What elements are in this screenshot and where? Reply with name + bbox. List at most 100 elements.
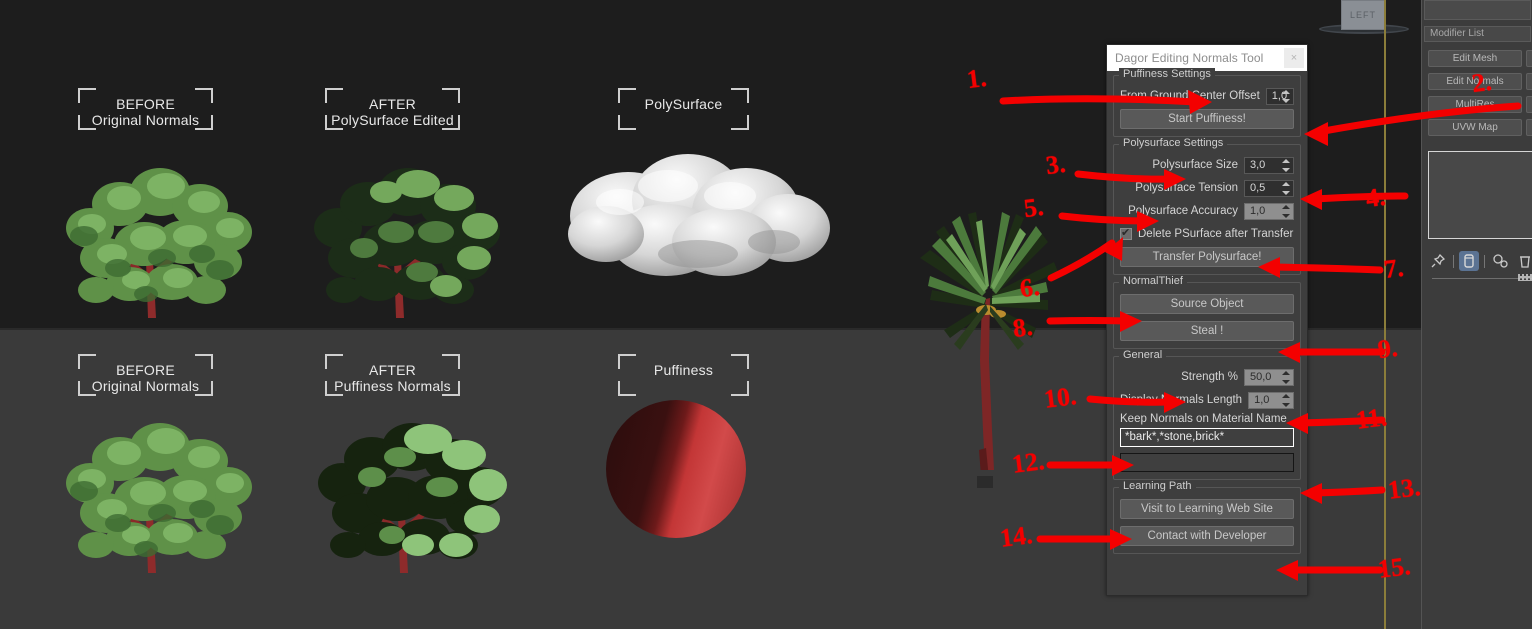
annotation-number-3: 3. bbox=[1044, 148, 1068, 181]
spinner-value: 1,0 bbox=[1254, 394, 1270, 406]
puffiness-sphere-model bbox=[606, 400, 746, 538]
screenshot-root: LEFT BEFORE Original Normals AFTER PolyS… bbox=[0, 0, 1532, 629]
label-line2: Original Normals bbox=[91, 378, 200, 394]
display-normals-length-spinner[interactable]: 1,0 bbox=[1248, 391, 1294, 409]
label-line1: AFTER bbox=[369, 96, 416, 112]
transfer-polysurface-button[interactable]: Transfer Polysurface! bbox=[1120, 247, 1294, 267]
label-line2: Original Normals bbox=[91, 112, 200, 128]
panel-resize-gripper[interactable] bbox=[1518, 274, 1532, 281]
close-icon[interactable]: × bbox=[1284, 48, 1304, 68]
polysurface-blob-model bbox=[568, 154, 830, 276]
spinner-arrows-icon[interactable] bbox=[1281, 370, 1290, 384]
visit-learning-web-site-button[interactable]: Visit to Learning Web Site bbox=[1120, 499, 1294, 519]
polysurface-size-spinner[interactable]: 3,0 bbox=[1244, 156, 1294, 174]
palm-tree-model bbox=[920, 212, 1058, 490]
modifier-uvw-map[interactable]: UVW Map bbox=[1428, 119, 1522, 136]
label-line1: BEFORE bbox=[116, 362, 175, 378]
pin-icon[interactable] bbox=[1428, 251, 1448, 271]
annotation-number-6: 6. bbox=[1018, 271, 1042, 304]
row-strength-percent: Strength % 50,0 bbox=[1120, 367, 1294, 387]
contact-with-developer-button[interactable]: Contact with Developer bbox=[1120, 526, 1294, 546]
command-panel-topbar bbox=[1424, 0, 1531, 20]
tree-model-before-original-bottom bbox=[66, 423, 252, 573]
spinner-value: 3,0 bbox=[1250, 159, 1266, 171]
viewport-label-before-original-bottom: BEFORE Original Normals bbox=[78, 354, 213, 396]
panel-slider-track[interactable] bbox=[1432, 278, 1532, 279]
spinner-arrows-icon[interactable] bbox=[1281, 204, 1290, 218]
group-normalthief: NormalThief Source Object Steal ! bbox=[1113, 275, 1301, 349]
start-puffiness-button[interactable]: Start Puffiness! bbox=[1120, 109, 1294, 129]
spinner-arrows-icon[interactable] bbox=[1281, 158, 1290, 172]
modifier-stack-toolbar[interactable] bbox=[1428, 250, 1532, 272]
tree-model-after-polysurface bbox=[314, 168, 500, 318]
spinner-value: 50,0 bbox=[1250, 371, 1272, 383]
modifier-edit-mesh-toggle[interactable] bbox=[1526, 50, 1532, 67]
spinner-value: 1,0 bbox=[1250, 205, 1266, 217]
row-from-ground-center-offset: From Ground Center Offset 1,0 bbox=[1120, 86, 1294, 106]
spinner-arrows-icon[interactable] bbox=[1281, 393, 1290, 407]
command-panel-left-border bbox=[1384, 0, 1386, 629]
spinner-arrows-icon[interactable] bbox=[1281, 181, 1290, 195]
group-general: General Strength % 50,0 Display Normals … bbox=[1113, 349, 1301, 480]
viewcube-face-label[interactable]: LEFT bbox=[1341, 0, 1385, 30]
label-line2: PolySurface Edited bbox=[331, 112, 454, 128]
group-title-normalthief: NormalThief bbox=[1119, 275, 1187, 287]
delete-psurface-label: Delete PSurface after Transfer bbox=[1138, 228, 1294, 240]
modifier-stack-panel[interactable] bbox=[1428, 151, 1532, 239]
secondary-material-input[interactable] bbox=[1120, 453, 1294, 472]
tree-model-after-puffiness bbox=[318, 423, 507, 573]
steal-button[interactable]: Steal ! bbox=[1120, 321, 1294, 341]
delete-psurface-checkbox[interactable] bbox=[1120, 226, 1132, 240]
from-ground-center-offset-spinner[interactable]: 1,0 bbox=[1265, 87, 1294, 105]
row-polysurface-accuracy: Polysurface Accuracy 1,0 bbox=[1120, 201, 1294, 221]
label-line1: PolySurface bbox=[644, 96, 723, 112]
polysurface-tension-label: Polysurface Tension bbox=[1135, 182, 1238, 194]
polysurface-accuracy-spinner[interactable]: 1,0 bbox=[1244, 202, 1294, 220]
from-ground-center-offset-label: From Ground Center Offset bbox=[1120, 90, 1260, 102]
strength-percent-spinner[interactable]: 50,0 bbox=[1244, 368, 1294, 386]
annotation-number-8: 8. bbox=[1011, 311, 1035, 344]
group-title-puffiness: Puffiness Settings bbox=[1119, 68, 1215, 80]
modifier-edit-mesh[interactable]: Edit Mesh bbox=[1428, 50, 1522, 67]
dagor-editing-normals-tool-window[interactable]: Dagor Editing Normals Tool × Puffiness S… bbox=[1106, 44, 1308, 596]
viewcube[interactable]: LEFT bbox=[1319, 0, 1409, 34]
polysurface-size-label: Polysurface Size bbox=[1152, 159, 1238, 171]
bracket-bottom-left bbox=[618, 381, 636, 396]
configure-sets-icon[interactable] bbox=[1490, 251, 1510, 271]
annotation-number-15: 15. bbox=[1376, 551, 1413, 584]
modifier-stack-icon[interactable] bbox=[1459, 251, 1479, 271]
keep-normals-on-material-name-label: Keep Normals on Material Name bbox=[1120, 413, 1287, 425]
label-line1: Puffiness bbox=[653, 362, 714, 378]
viewport-label-after-puffiness: AFTER Puffiness Normals bbox=[325, 354, 460, 396]
bracket-bottom-right bbox=[731, 381, 749, 396]
modifier-multires-toggle[interactable] bbox=[1526, 96, 1532, 113]
annotation-number-14: 14. bbox=[998, 520, 1035, 553]
annotation-number-13: 13. bbox=[1386, 472, 1423, 505]
annotation-number-9: 9. bbox=[1376, 332, 1400, 365]
annotation-number-12: 12. bbox=[1010, 446, 1047, 479]
row-polysurface-tension: Polysurface Tension 0,5 bbox=[1120, 178, 1294, 198]
label-line2: Puffiness Normals bbox=[334, 378, 451, 394]
viewport-label-puffiness: Puffiness bbox=[618, 354, 749, 396]
group-title-polysurface: Polysurface Settings bbox=[1119, 137, 1228, 149]
remove-modifier-icon[interactable] bbox=[1515, 251, 1532, 271]
group-title-learning-path: Learning Path bbox=[1119, 480, 1196, 492]
viewport-label-after-polysurface: AFTER PolySurface Edited bbox=[325, 88, 460, 130]
modifier-uvw-map-toggle[interactable] bbox=[1526, 119, 1532, 136]
label-line1: BEFORE bbox=[116, 96, 175, 112]
modifier-list-dropdown[interactable]: Modifier List bbox=[1424, 26, 1531, 42]
modifier-edit-normals-toggle[interactable] bbox=[1526, 73, 1532, 90]
toolbar-separator bbox=[1484, 254, 1485, 268]
row-delete-psurface-after-transfer[interactable]: Delete PSurface after Transfer bbox=[1120, 224, 1294, 244]
label-line1: AFTER bbox=[369, 362, 416, 378]
source-object-button[interactable]: Source Object bbox=[1120, 294, 1294, 314]
spinner-arrows-icon[interactable] bbox=[1281, 89, 1290, 103]
tool-body: Puffiness Settings From Ground Center Of… bbox=[1107, 68, 1307, 560]
spinner-value: 0,5 bbox=[1250, 182, 1266, 194]
annotation-number-1: 1. bbox=[965, 62, 989, 95]
display-normals-length-label: Display Normals Length bbox=[1120, 394, 1243, 406]
toolbar-separator bbox=[1453, 254, 1454, 268]
viewport-label-before-original-top: BEFORE Original Normals bbox=[78, 88, 213, 130]
keep-normals-material-input[interactable]: *bark*,*stone,brick* bbox=[1120, 428, 1294, 447]
polysurface-tension-spinner[interactable]: 0,5 bbox=[1244, 179, 1294, 197]
